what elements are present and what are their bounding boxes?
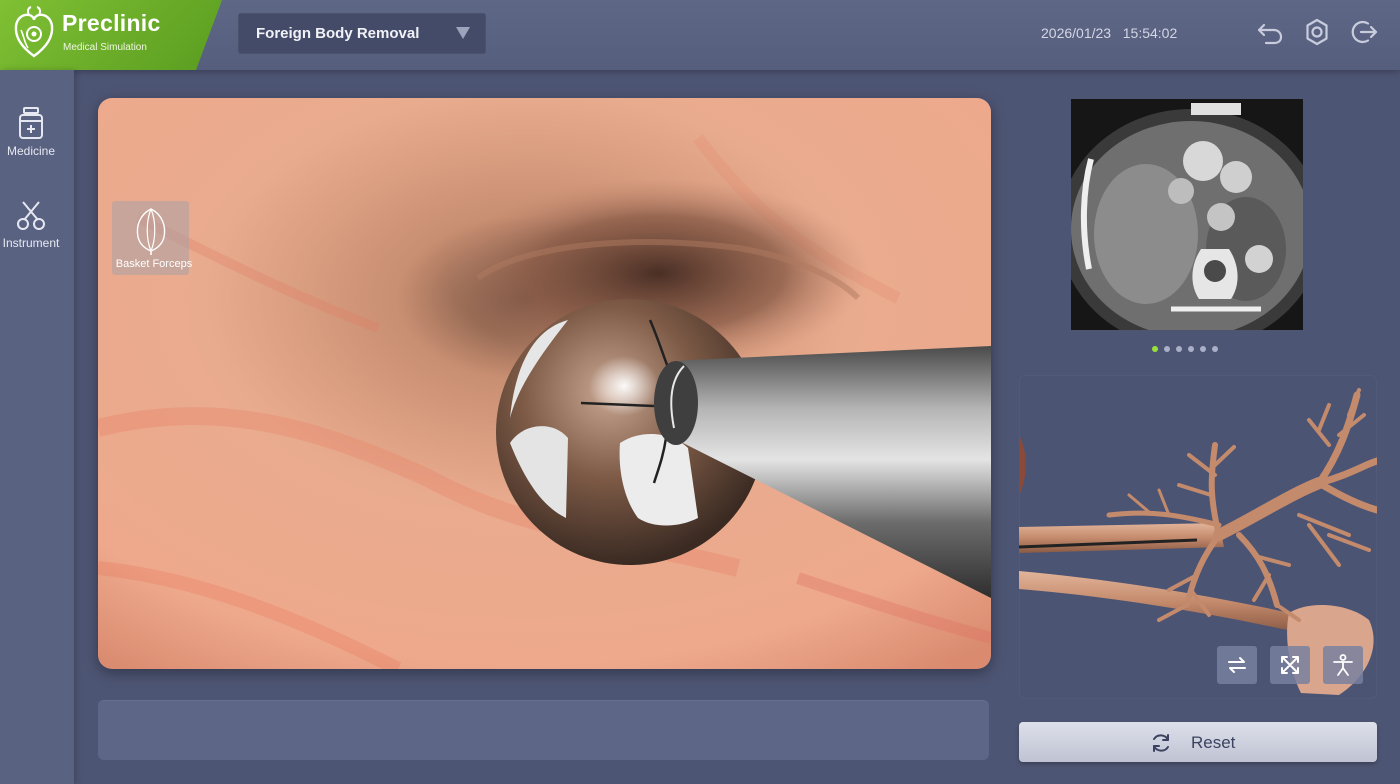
pager-dot-4[interactable] [1188,346,1194,352]
scissors-icon [17,201,45,230]
caret-down-icon [456,27,470,39]
pager-dot-1[interactable] [1152,346,1158,352]
sidebar-item-instrument[interactable]: Instrument [0,198,74,268]
airway-scene [98,98,991,669]
brand-logo-area: Preclinic Medical Simulation [0,0,222,70]
sidebar-item-label: Medicine [6,144,56,158]
sidebar-item-label: Instrument [2,236,60,250]
active-tool-label: Basket Forceps [115,258,193,270]
brand-subtitle: Medical Simulation [63,42,147,53]
top-bar: Preclinic Medical Simulation Foreign Bod… [0,0,1400,70]
endoscope-viewport[interactable] [98,98,991,669]
refresh-icon [1153,734,1169,752]
swap-view-button[interactable] [1217,646,1257,684]
time-text: 15:54:02 [1122,25,1178,41]
undo-icon[interactable] [1256,18,1284,46]
datetime: 2026/01/23 15:54:02 [1041,25,1177,41]
pager-dot-5[interactable] [1200,346,1206,352]
pager-dot-2[interactable] [1164,346,1170,352]
sidebar: Medicine Instrument [0,70,74,784]
active-tool-basket-forceps[interactable]: Basket Forceps [112,201,192,275]
body-view-button[interactable] [1323,646,1363,684]
heart-logo-icon [14,6,54,58]
expand-icon [1281,656,1299,674]
sidebar-item-medicine[interactable]: Medicine [0,106,74,176]
expand-button[interactable] [1270,646,1310,684]
scenario-label: Foreign Body Removal [256,25,420,42]
ct-scan-image[interactable] [1071,99,1303,330]
ct-slice [1071,99,1303,330]
message-bar [98,700,989,760]
reset-button[interactable]: Reset [1019,722,1377,762]
scenario-dropdown[interactable]: Foreign Body Removal [238,13,486,54]
pager-dot-3[interactable] [1176,346,1182,352]
date-text: 2026/01/23 [1041,25,1112,41]
ct-pager [1152,346,1222,354]
brand-name: Preclinic [62,10,161,36]
exit-icon[interactable] [1350,18,1378,46]
pager-dot-6[interactable] [1212,346,1218,352]
body-icon [1333,654,1353,676]
medicine-icon [19,107,43,139]
reset-label: Reset [1191,733,1236,752]
basket-forceps-icon [136,208,166,255]
settings-icon[interactable] [1303,18,1331,46]
swap-view-icon [1228,657,1246,673]
